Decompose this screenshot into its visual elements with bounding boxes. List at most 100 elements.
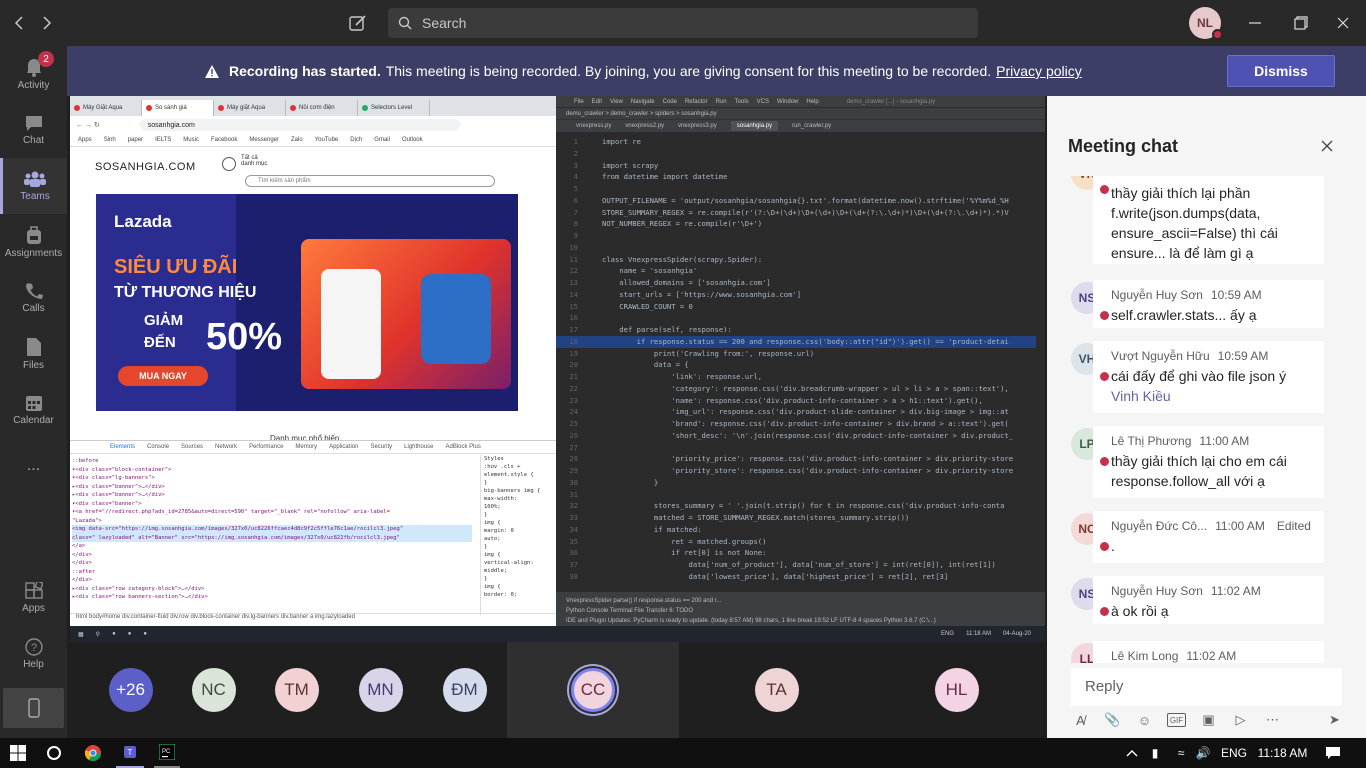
send-icon[interactable]: ➤ <box>1325 711 1344 730</box>
ide-title: demo_crawler [...] - sosanhgia.py <box>846 98 936 105</box>
search-input[interactable]: Search <box>388 8 978 38</box>
close-window-button[interactable] <box>1320 0 1366 46</box>
rail-item-assignments[interactable]: Assignments <box>0 214 67 270</box>
dom-line: </div> <box>72 551 92 558</box>
rail-item-more[interactable]: ... <box>0 438 67 494</box>
ide-tab: run_crawler.py <box>792 123 832 129</box>
rail-label: Activity <box>17 80 50 91</box>
code-line: 17 def parse(self, response): <box>556 324 1036 336</box>
message-meta: Vượt Nguyễn Hữu 10:59 AM <box>1111 349 1314 363</box>
ide-menu-item: Refactor <box>684 98 708 105</box>
chat-title: Meeting chat <box>1068 136 1179 156</box>
clock[interactable]: 11:18 AM <box>1255 738 1310 768</box>
devtools-tab: Console <box>147 444 170 450</box>
user-mention[interactable]: Vinh Kiều <box>1111 386 1314 406</box>
rail-item-calls[interactable]: Calls <box>0 270 67 326</box>
participant-tile[interactable]: NC <box>190 644 237 736</box>
minimize-button[interactable] <box>1232 0 1278 46</box>
rail-label: Chat <box>22 135 45 146</box>
new-chat-button[interactable] <box>343 0 373 46</box>
rail-item-apps[interactable]: Apps <box>0 570 67 626</box>
message-time: 10:59 AM <box>1217 349 1269 363</box>
message-body: cái đấy để ghi vào file json ý <box>1111 368 1287 384</box>
gif-icon[interactable]: GIF <box>1167 713 1186 727</box>
style-line: img { <box>484 584 501 590</box>
code-text: data = { <box>602 360 689 370</box>
bookmark: Gmail <box>374 137 390 143</box>
sender-name: Nguyễn Huy Sơn <box>1111 288 1203 302</box>
app-icon: ● <box>127 631 132 637</box>
unread-dot <box>1100 457 1109 466</box>
profile-avatar[interactable]: NL <box>1189 7 1223 40</box>
dom-line-selected: <img data-src="https://img.sosanhgia.com… <box>72 525 472 534</box>
message-body: thầy giải thích lại phần f.write(json.du… <box>1111 185 1278 261</box>
rail-item-help[interactable]: ? Help <box>0 626 67 682</box>
device-settings-button[interactable] <box>3 688 64 728</box>
back-button[interactable] <box>4 0 34 46</box>
code-line: 22 'category': response.css('div.breadcr… <box>556 383 1036 395</box>
attach-icon[interactable]: 📎 <box>1103 711 1122 730</box>
dom-line: </a> <box>72 543 86 549</box>
participant-initials: +26 <box>116 680 145 699</box>
participant-tile[interactable]: TA <box>753 644 800 736</box>
style-line: margin: 0 <box>484 528 514 534</box>
battery-icon[interactable]: ▮ <box>1146 738 1164 768</box>
forward-button[interactable] <box>32 0 62 46</box>
reply-input[interactable]: Reply <box>1071 668 1342 706</box>
taskbar-teams[interactable]: T <box>116 738 144 768</box>
participant-tile[interactable]: ĐM <box>441 644 488 736</box>
rail-item-chat[interactable]: Chat <box>0 102 67 158</box>
more-options-icon[interactable]: ⋯ <box>1263 711 1282 730</box>
privacy-policy-link[interactable]: Privacy policy <box>996 63 1082 79</box>
format-icon[interactable]: A̸ <box>1071 711 1090 730</box>
cortana-button[interactable] <box>44 738 64 768</box>
wifi-icon[interactable]: ≈ <box>1172 738 1190 768</box>
participant-avatar: TA <box>754 668 799 712</box>
taskbar-chrome[interactable] <box>82 738 104 768</box>
line-number: 14 <box>569 289 578 299</box>
bookmark: Apps <box>78 137 92 143</box>
close-chat-button[interactable] <box>1317 136 1337 156</box>
site-menu-label: Tất cả danh mục <box>241 155 268 167</box>
participant-tile-speaking[interactable]: CC <box>568 644 618 736</box>
rail-item-calendar[interactable]: Calendar <box>0 382 67 438</box>
shared-lang: ENG <box>941 631 955 637</box>
rail-item-activity[interactable]: 2 Activity <box>0 46 67 102</box>
maximize-button[interactable] <box>1278 0 1324 46</box>
rail-item-files[interactable]: Files <box>0 326 67 382</box>
meet-now-icon[interactable]: ▷ <box>1231 711 1250 730</box>
start-button[interactable] <box>8 738 28 768</box>
line-number: 28 <box>569 454 578 464</box>
show-hidden-icons[interactable] <box>1124 738 1140 768</box>
backpack-icon <box>26 226 41 244</box>
line-number: 7 <box>573 207 578 217</box>
volume-icon[interactable]: 🔊 <box>1194 738 1212 768</box>
calendar-icon <box>25 396 42 411</box>
emoji-icon[interactable]: ☺ <box>1135 711 1154 730</box>
style-line: } <box>484 512 488 518</box>
rail-label: Calendar <box>13 415 54 426</box>
code-line: 11 class VnexpressSpider(scrapy.Spider): <box>556 254 1036 266</box>
participant-tile[interactable]: TM <box>273 644 320 736</box>
line-number: 30 <box>569 477 578 487</box>
chat-message: LP Lê Thị Phương 11:00 AM thầy giải thích… <box>1067 426 1327 498</box>
rail-item-teams[interactable]: Teams <box>0 158 67 214</box>
recording-banner: Recording has started. This meeting is b… <box>67 46 1366 96</box>
input-language[interactable]: ENG <box>1220 738 1248 768</box>
participant-tile[interactable]: MN <box>357 644 404 736</box>
sticker-icon[interactable]: ▣ <box>1199 711 1218 730</box>
line-number: 3 <box>573 160 578 170</box>
code-line: 18 if response.status == 200 and respons… <box>556 335 1036 348</box>
notification-center[interactable] <box>1322 738 1344 768</box>
participant-overflow[interactable]: +26 <box>107 644 154 736</box>
chevron-right-icon <box>43 16 52 30</box>
code-text: class VnexpressSpider(scrapy.Spider): <box>602 254 763 264</box>
dismiss-button[interactable]: Dismiss <box>1227 55 1335 87</box>
chat-message: VH Vượt Nguyễn Hữu 10:59 AM cái đấy để gh… <box>1067 341 1327 413</box>
chat-message-list[interactable]: VK thầy giải thích lại phần f.write(json… <box>1047 176 1366 663</box>
line-number: 13 <box>569 278 578 287</box>
participant-tile[interactable]: HL <box>933 644 980 736</box>
edited-label: Edited <box>1276 519 1311 533</box>
taskbar-pycharm[interactable]: PC <box>154 738 180 768</box>
line-number: 12 <box>569 266 578 276</box>
